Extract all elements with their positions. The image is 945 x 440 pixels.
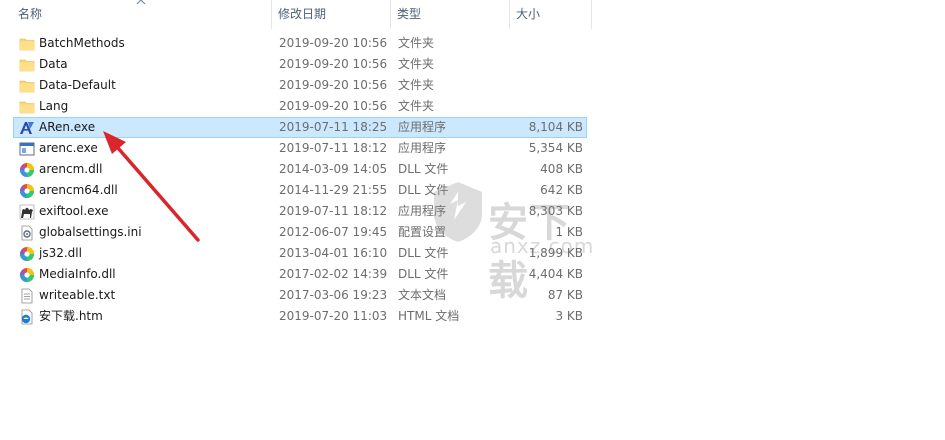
- annotation-arrow: [103, 131, 200, 242]
